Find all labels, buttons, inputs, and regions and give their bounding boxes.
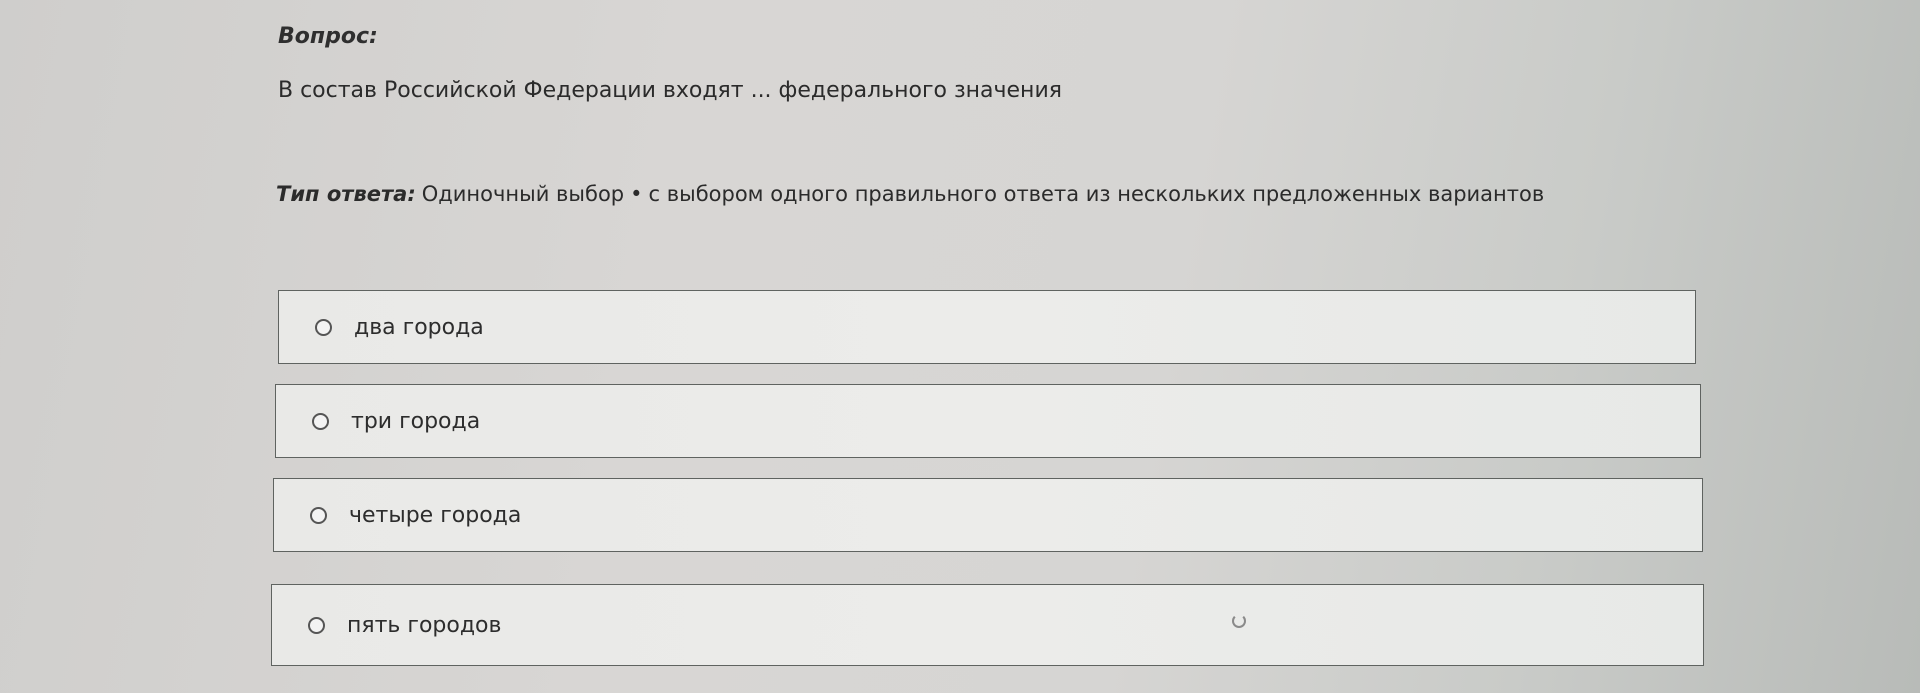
question-text: В состав Российской Федерации входят ...… bbox=[278, 78, 1062, 103]
answer-option[interactable]: три города bbox=[275, 384, 1701, 458]
radio-button-icon[interactable] bbox=[312, 412, 329, 430]
answer-type-label: Тип ответа: bbox=[276, 182, 416, 206]
answer-option[interactable]: два города bbox=[278, 290, 1696, 364]
radio-button-icon[interactable] bbox=[315, 318, 332, 336]
answer-type-kind: Одиночный выбор bbox=[421, 182, 625, 206]
answer-option[interactable]: пять городов bbox=[271, 584, 1704, 666]
question-label: Вопрос: bbox=[278, 24, 378, 49]
answer-option-label: два города bbox=[354, 314, 484, 340]
answer-option-label: три города bbox=[351, 408, 481, 434]
answer-type-description: с выбором одного правильного ответа из н… bbox=[648, 182, 1545, 206]
answer-option-label: четыре города bbox=[349, 502, 522, 528]
answer-type-separator: • bbox=[630, 182, 643, 206]
answer-option-label: пять городов bbox=[347, 612, 502, 638]
radio-button-icon[interactable] bbox=[310, 506, 327, 524]
loading-cursor-icon bbox=[1232, 614, 1246, 628]
answer-type: Тип ответа: Одиночный выбор • с выбором одн… bbox=[276, 182, 1544, 206]
answer-option[interactable]: четыре города bbox=[273, 478, 1703, 552]
radio-button-icon[interactable] bbox=[308, 616, 325, 634]
